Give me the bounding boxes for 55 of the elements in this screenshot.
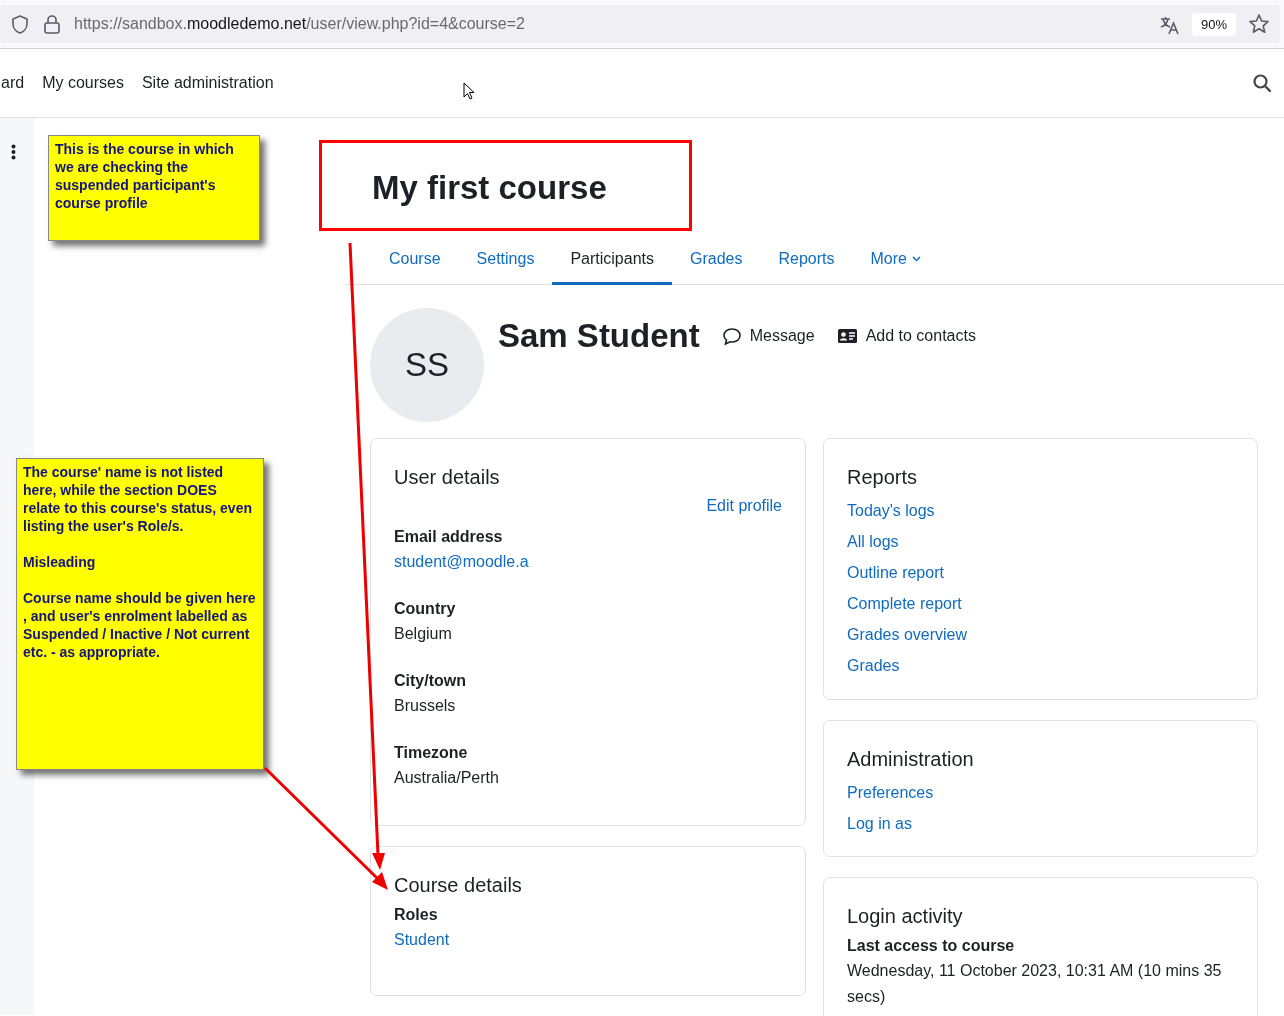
report-link[interactable]: Grades overview <box>847 626 968 643</box>
url-field[interactable]: https://sandbox.moodledemo.net/user/view.php?id=4&course=2 <box>74 15 1147 33</box>
caret-icon <box>911 255 921 262</box>
field-label: Last access to course <box>847 936 1016 956</box>
field-label: Email address <box>394 527 504 547</box>
field-value-link[interactable]: student@moodle.a <box>394 553 529 570</box>
note-text: Misleading <box>23 553 97 571</box>
search-icon[interactable] <box>1253 74 1271 92</box>
nav-link[interactable]: Site administration <box>141 74 274 92</box>
field-value: Belgium <box>394 624 453 644</box>
report-link[interactable]: Outline report <box>847 564 944 581</box>
nav-link[interactable]: My courses <box>42 74 124 92</box>
user-name: Sam Student <box>498 317 700 355</box>
shield-icon <box>10 13 30 35</box>
field-value: Brussels <box>394 696 457 716</box>
card-title: Login activity <box>847 904 964 929</box>
nav-link[interactable]: ard <box>1 74 25 92</box>
course-tab[interactable]: Grades <box>672 235 761 285</box>
report-link[interactable]: Today's logs <box>847 502 935 519</box>
field-value: Australia/Perth <box>394 768 500 788</box>
card-title: Administration <box>847 747 975 772</box>
course-tab[interactable]: Participants <box>552 235 672 285</box>
field-value: Wednesday, 11 October 2023, 10:31 AM (10 mins 35 secs) <box>847 961 1223 1007</box>
speech-bubble-icon <box>721 326 742 346</box>
report-link[interactable]: Preferences <box>847 784 934 801</box>
avatar: SS <box>370 308 484 422</box>
contact-card-icon <box>836 327 858 345</box>
course-tab[interactable]: Reports <box>760 235 853 285</box>
report-link[interactable]: Grades <box>847 657 900 674</box>
report-link[interactable]: Complete report <box>847 595 962 612</box>
note-text: This is the course in which we are checking the suspended participant's course profile <box>55 140 235 212</box>
lock-icon <box>42 13 62 35</box>
field-label: Country <box>394 599 457 619</box>
mouse-cursor-icon <box>463 82 475 100</box>
course-title: My first course <box>372 168 607 208</box>
edit-profile-link[interactable]: Edit profile <box>394 497 782 515</box>
zoom-level-button[interactable]: 90% <box>1191 12 1236 36</box>
course-tab[interactable]: Settings <box>458 235 553 285</box>
report-link[interactable]: Log in as <box>847 815 912 832</box>
course-tab[interactable]: More <box>852 235 939 285</box>
field-value-link[interactable]: Student <box>394 931 450 948</box>
report-link[interactable]: All logs <box>847 533 899 550</box>
field-label: City/town <box>394 671 467 691</box>
field-label: Roles <box>394 905 439 925</box>
add-contact-link[interactable]: Add to contacts <box>836 327 976 345</box>
card-title: Reports <box>847 465 919 490</box>
message-link[interactable]: Message <box>721 326 815 346</box>
bookmark-star-icon <box>1248 13 1270 35</box>
note-text: The course' name is not listed here, while the section DOES relate to this course's status, even listing the user's Role/s. <box>23 463 253 535</box>
card-title: User details <box>394 465 501 490</box>
note-text: Course name should be given here , and user's enrolment labelled as Suspended / Inactive / Not current etc. - as appropriate. <box>23 589 257 661</box>
more-menu-icon[interactable] <box>11 144 16 160</box>
card-title: Course details <box>394 873 523 898</box>
course-tab[interactable]: Course <box>371 235 459 285</box>
field-label: Timezone <box>394 743 469 763</box>
